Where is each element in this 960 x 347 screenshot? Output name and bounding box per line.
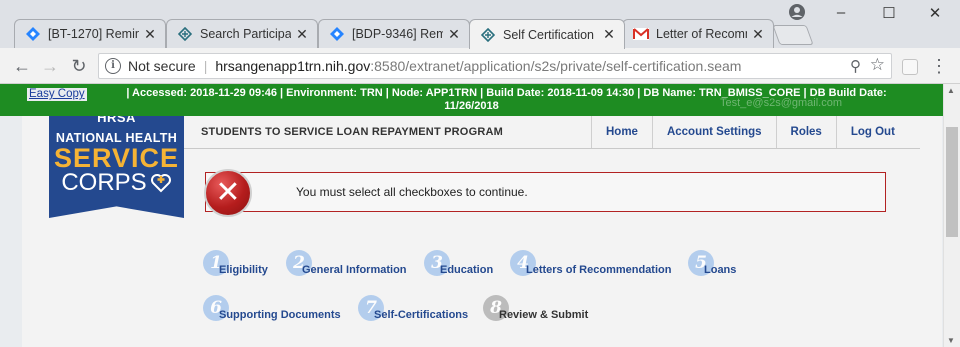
close-tab-icon[interactable]: ✕ (447, 26, 461, 43)
security-label: Not secure (128, 58, 196, 74)
browser-tab[interactable]: Letter of Recomm ✕ (622, 19, 774, 48)
forward-arrow-icon[interactable]: → (39, 55, 61, 77)
browser-tab-active[interactable]: Self Certification ✕ (469, 19, 625, 49)
step-label: Education (440, 264, 494, 276)
browser-tab[interactable]: Search Participant ✕ (166, 19, 318, 48)
header-divider (184, 148, 920, 149)
browser-tab[interactable]: [BDP-9346] Remo ✕ (318, 19, 470, 48)
url-path: :8580/extranet/application/s2s/private/s… (370, 58, 742, 74)
close-tab-icon[interactable]: ✕ (751, 26, 765, 43)
scroll-down-icon[interactable]: ▼ (947, 336, 955, 345)
step-label: Self-Certifications (374, 309, 469, 321)
address-divider: | (203, 58, 208, 74)
tab-label: Self Certification (503, 27, 595, 42)
jira-icon (25, 26, 41, 42)
scroll-up-icon[interactable]: ▲ (947, 86, 955, 95)
hrsa-icon (480, 27, 496, 43)
tab-label: Search Participant (200, 27, 291, 41)
error-x-icon: ✕ (204, 169, 252, 217)
easy-copy-link[interactable]: Easy Copy (27, 88, 87, 101)
close-tab-icon[interactable]: ✕ (143, 26, 157, 43)
hrsa-icon (177, 26, 193, 42)
nav-log-out[interactable]: Log Out (835, 116, 921, 149)
heart-plus-icon (150, 174, 171, 193)
tab-label: Letter of Recomm (656, 27, 747, 41)
alert-message: You must select all checkboxes to contin… (296, 185, 528, 199)
extension-icon[interactable] (902, 59, 918, 75)
close-tab-icon[interactable]: ✕ (295, 26, 309, 43)
nhsc-logo: HRSA NATIONAL HEALTH SERVICE CORPS (49, 102, 184, 218)
nav-home[interactable]: Home (591, 116, 652, 149)
reload-icon[interactable]: ↻ (68, 55, 90, 77)
step-label: Loans (704, 264, 737, 276)
program-title: STUDENTS TO SERVICE LOAN REPAYMENT PROGR… (201, 126, 503, 138)
url-host: hrsangenapp1trn.nih.gov (215, 58, 371, 74)
browser-toolbar: ← → ↻ i Not secure | hrsangenapp1trn.nih… (0, 48, 960, 84)
step-label: Supporting Documents (219, 309, 341, 321)
nav-roles[interactable]: Roles (775, 116, 836, 149)
close-tab-icon[interactable]: ✕ (602, 26, 616, 43)
scrollbar-thumb[interactable] (946, 127, 958, 237)
top-nav: Home Account Settings Roles Log Out (591, 116, 921, 149)
banner-ghost-text: Test_e@s2s@gmail.com (720, 97, 842, 109)
step-label: Eligibility (219, 264, 268, 276)
bookmark-star-icon[interactable]: ☆ (870, 55, 885, 75)
nav-account-settings[interactable]: Account Settings (651, 116, 776, 149)
profile-icon[interactable] (788, 3, 806, 21)
page-scrollbar[interactable]: ▲ ▼ (943, 84, 960, 347)
browser-tab-strip: [BT-1270] Remind ✕ Search Participant ✕ … (0, 0, 960, 49)
browser-tab[interactable]: [BT-1270] Remind ✕ (14, 19, 166, 48)
close-window-button[interactable]: ✕ (920, 4, 950, 28)
new-tab-button[interactable] (772, 25, 814, 45)
error-alert: You must select all checkboxes to contin… (205, 172, 886, 212)
address-bar[interactable]: i Not secure | hrsangenapp1trn.nih.gov :… (98, 53, 892, 79)
jira-icon (329, 26, 345, 42)
zoom-icon[interactable]: ⚲ (850, 57, 861, 75)
step-label: Letters of Recommendation (526, 264, 672, 276)
step-label: Review & Submit (499, 309, 589, 321)
maximize-button[interactable]: ☐ (874, 4, 904, 28)
kebab-menu-icon[interactable]: ⋮ (930, 54, 948, 78)
tab-label: [BDP-9346] Remo (352, 27, 443, 41)
environment-banner: Test_e@s2s@gmail.com Easy Copy | Accesse… (0, 84, 943, 116)
minimize-button[interactable]: – (826, 4, 856, 28)
logo-line2: SERVICE (53, 143, 180, 173)
back-arrow-icon[interactable]: ← (11, 55, 33, 77)
logo-line3: CORPS (61, 169, 147, 196)
tab-label: [BT-1270] Remind (48, 27, 139, 41)
step-label: General Information (302, 264, 407, 276)
info-icon[interactable]: i (105, 58, 121, 74)
gmail-icon (633, 26, 649, 42)
